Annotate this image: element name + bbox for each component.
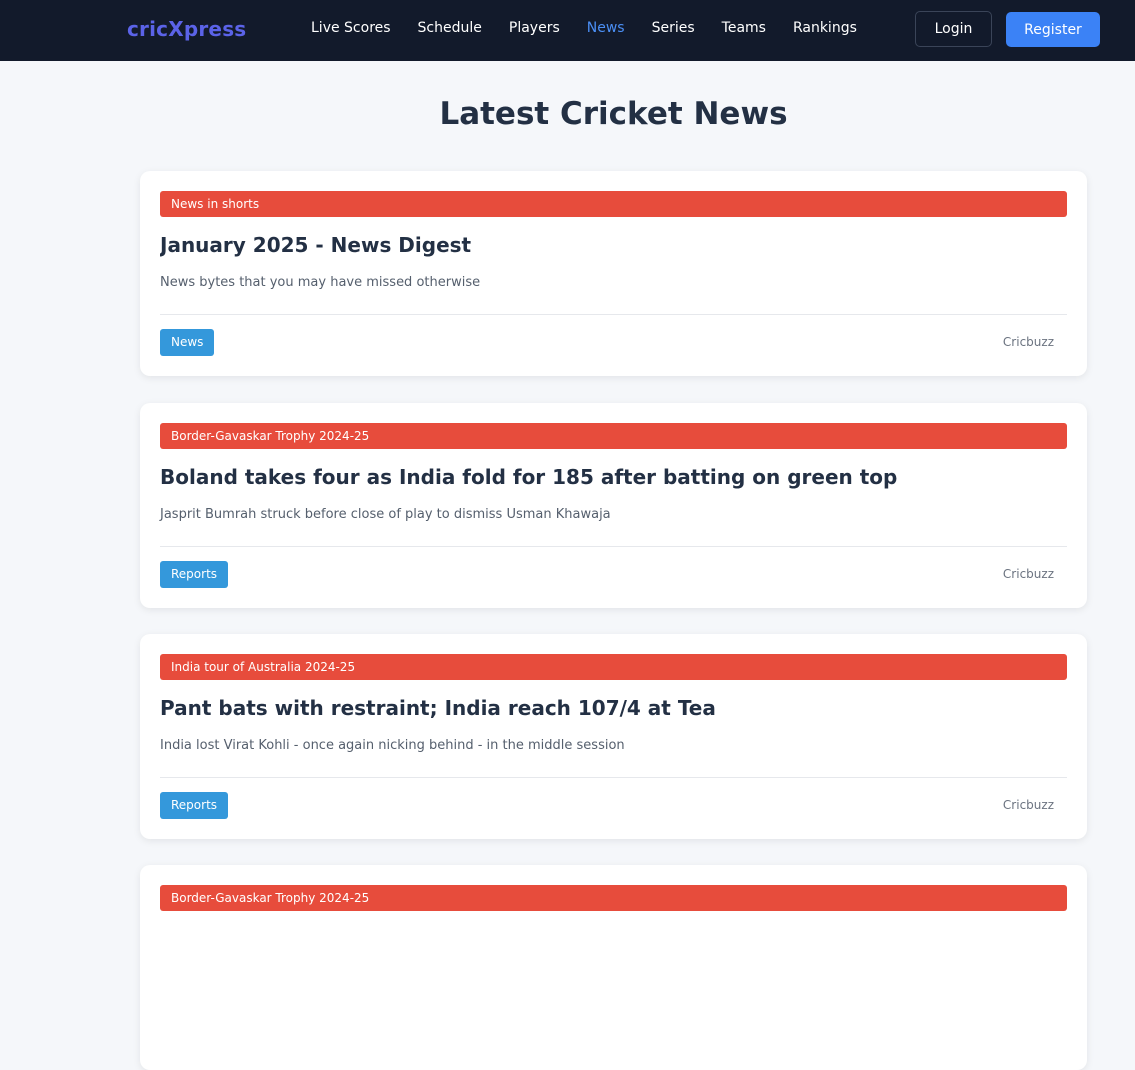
news-description: India lost Virat Kohli - once again nick… [160,738,625,753]
login-button[interactable]: Login [915,11,992,47]
news-source: Cricbuzz [1002,335,1054,349]
register-button[interactable]: Register [1006,12,1100,47]
news-source: Cricbuzz [1002,798,1054,812]
news-title[interactable]: January 2025 - News Digest [160,233,1067,257]
news-description: Jasprit Bumrah struck before close of pl… [160,507,611,522]
brand-logo[interactable]: cricXpress [127,17,246,41]
news-category-banner: Border-Gavaskar Trophy 2024-25 [160,423,1067,449]
top-navbar: cricXpress Live Scores Schedule Players … [0,0,1135,61]
news-source: Cricbuzz [1002,567,1054,581]
news-card: Border-Gavaskar Trophy 2024-25 Boland ta… [140,403,1087,608]
news-category-banner: Border-Gavaskar Trophy 2024-25 [160,885,1067,911]
nav-link-live-scores[interactable]: Live Scores [311,20,391,36]
news-tag-badge[interactable]: News [160,329,215,356]
nav-links: Live Scores Schedule Players News Series… [311,20,884,36]
news-description: News bytes that you may have missed othe… [160,275,481,290]
nav-link-rankings[interactable]: Rankings [793,20,857,36]
card-divider [160,777,1067,778]
news-tag-badge[interactable]: Reports [160,561,229,588]
card-divider [160,546,1067,547]
news-card: News in shorts January 2025 - News Diges… [140,171,1087,376]
news-title[interactable]: Pant bats with restraint; India reach 10… [160,696,1067,720]
news-card: India tour of Australia 2024-25 Pant bat… [140,634,1087,839]
nav-link-news[interactable]: News [587,20,625,36]
news-tag-badge[interactable]: Reports [160,792,229,819]
news-category-banner: News in shorts [160,191,1067,217]
page-title: Latest Cricket News [439,96,788,132]
nav-link-players[interactable]: Players [509,20,560,36]
card-divider [160,314,1067,315]
nav-link-series[interactable]: Series [652,20,695,36]
nav-link-schedule[interactable]: Schedule [418,20,482,36]
news-card: Border-Gavaskar Trophy 2024-25 [140,865,1087,1070]
news-title[interactable]: Boland takes four as India fold for 185 … [160,465,1067,489]
news-category-banner: India tour of Australia 2024-25 [160,654,1067,680]
nav-link-teams[interactable]: Teams [722,20,766,36]
